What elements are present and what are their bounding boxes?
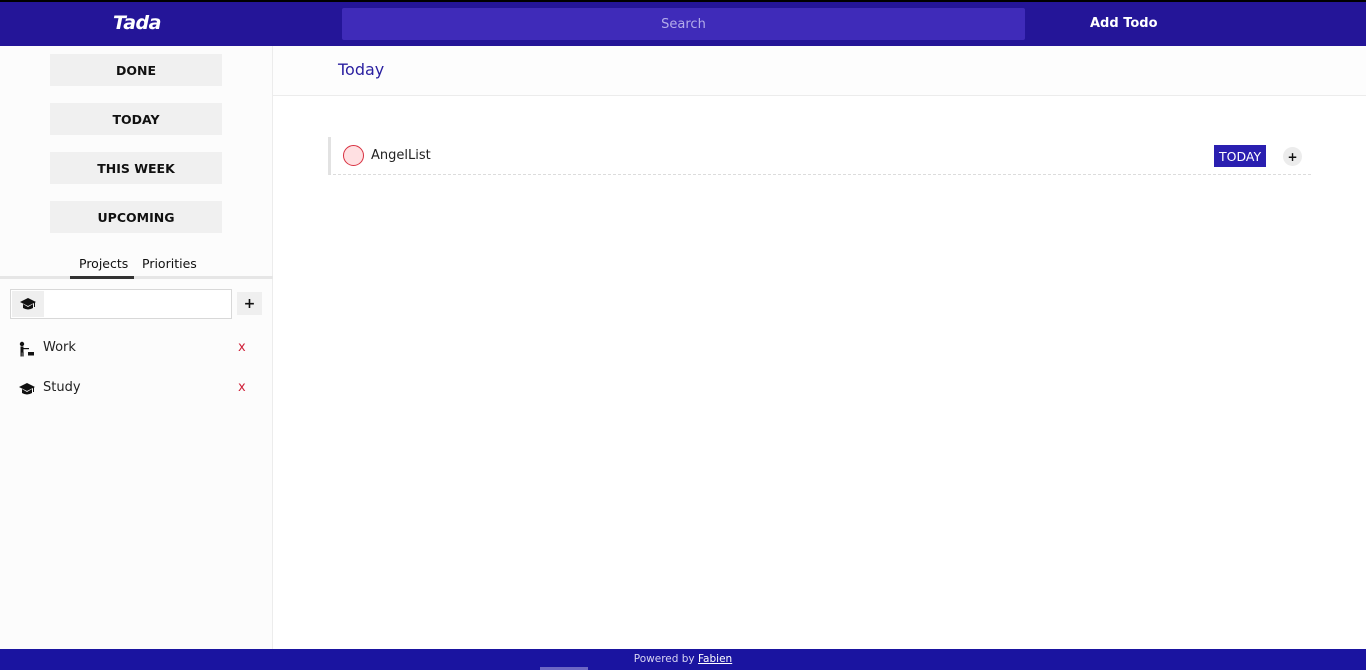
todo-item[interactable]: AngelList TODAY + — [328, 137, 1311, 175]
add-todo-button[interactable]: Add Todo — [1090, 16, 1158, 31]
tab-priorities[interactable]: Priorities — [142, 256, 197, 271]
project-name: Study — [43, 380, 81, 395]
search-input[interactable] — [342, 8, 1025, 40]
todo-text: AngelList — [371, 148, 431, 163]
project-item-study[interactable]: Study x — [18, 379, 258, 399]
delete-project-button[interactable]: x — [238, 340, 246, 355]
page-title: Today — [338, 60, 385, 79]
graduation-cap-icon — [19, 383, 35, 395]
footer-text: Powered by — [633, 653, 695, 665]
project-icon-picker[interactable] — [12, 291, 44, 317]
sidebar-tabs: Projects Priorities — [0, 250, 273, 279]
delete-project-button[interactable]: x — [238, 380, 246, 395]
project-item-work[interactable]: Work x — [18, 339, 258, 359]
todo-add-button[interactable]: + — [1283, 147, 1302, 166]
graduation-cap-icon — [20, 298, 36, 310]
nav-this-week-button[interactable]: THIS WEEK — [50, 152, 222, 184]
worker-icon — [19, 341, 34, 357]
tab-projects[interactable]: Projects — [79, 256, 128, 271]
nav-today-button[interactable]: TODAY — [50, 103, 222, 135]
tab-active-indicator — [70, 276, 134, 279]
nav-upcoming-button[interactable]: UPCOMING — [50, 201, 222, 233]
project-input-group — [10, 289, 232, 319]
nav-done-button[interactable]: DONE — [50, 54, 222, 86]
app-logo[interactable]: Tada — [113, 12, 161, 34]
top-bar: Tada Add Todo — [0, 0, 1366, 46]
project-name: Work — [43, 340, 76, 355]
project-name-input[interactable] — [45, 291, 230, 317]
footer-author-link[interactable]: Fabien — [698, 653, 732, 665]
add-project-button[interactable]: + — [237, 292, 262, 315]
todo-complete-checkbox[interactable] — [343, 145, 364, 166]
todo-due-badge[interactable]: TODAY — [1214, 145, 1267, 167]
main-header: Today — [273, 46, 1366, 96]
footer: Powered by Fabien — [0, 649, 1366, 670]
